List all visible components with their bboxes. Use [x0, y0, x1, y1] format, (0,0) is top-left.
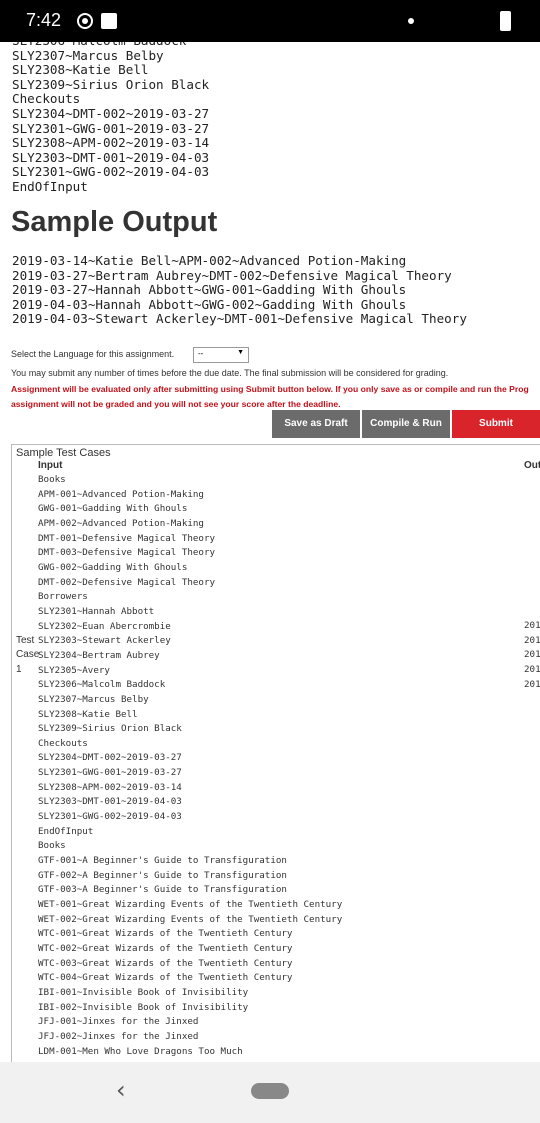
status-bar: 7:42 [0, 0, 540, 42]
input-column-header: Input [38, 460, 63, 471]
submission-note: You may submit any number of times befor… [11, 368, 449, 378]
page-content: SLY2306~Malcolm Baddock SLY2307~Marcus B… [0, 42, 540, 1062]
test-label: Test [16, 635, 35, 646]
test-case-output: 201 201 201 201 201 [524, 620, 540, 690]
navigation-bar: ‹ [0, 1062, 540, 1123]
language-label: Select the Language for this assignment. [11, 349, 175, 359]
sample-test-cases-panel: Sample Test Cases Input Out Test Case 1 … [11, 444, 540, 1062]
back-icon[interactable]: ‹ [116, 1076, 126, 1104]
sample-input-tail: SLY2306~Malcolm Baddock SLY2307~Marcus B… [12, 42, 210, 194]
sample-output-text: 2019-03-14~Katie Bell~APM-002~Advanced P… [12, 253, 467, 327]
output-column-header: Out [524, 460, 540, 471]
battery-icon [500, 11, 511, 31]
case-label: Case [16, 649, 40, 660]
case-number: 1 [16, 664, 22, 675]
dropdown-arrow-icon: ▼ [237, 349, 244, 356]
home-pill-icon[interactable] [251, 1083, 289, 1099]
status-time: 7:42 [26, 10, 62, 30]
language-select[interactable]: -- ▼ [193, 347, 249, 363]
sample-output-heading: Sample Output [11, 206, 218, 238]
submit-button[interactable]: Submit [452, 410, 540, 438]
gallery-icon [101, 13, 117, 29]
notification-dot-icon [408, 18, 414, 24]
compile-run-button[interactable]: Compile & Run [362, 410, 450, 438]
save-draft-button[interactable]: Save as Draft [272, 410, 360, 438]
test-cases-title: Sample Test Cases [16, 447, 111, 459]
settings-icon [77, 13, 93, 29]
test-case-input: Books APM-001~Advanced Potion-Making GWG… [38, 474, 343, 1057]
submission-warning: Assignment will be evaluated only after … [11, 384, 529, 409]
language-select-value: -- [198, 349, 204, 358]
